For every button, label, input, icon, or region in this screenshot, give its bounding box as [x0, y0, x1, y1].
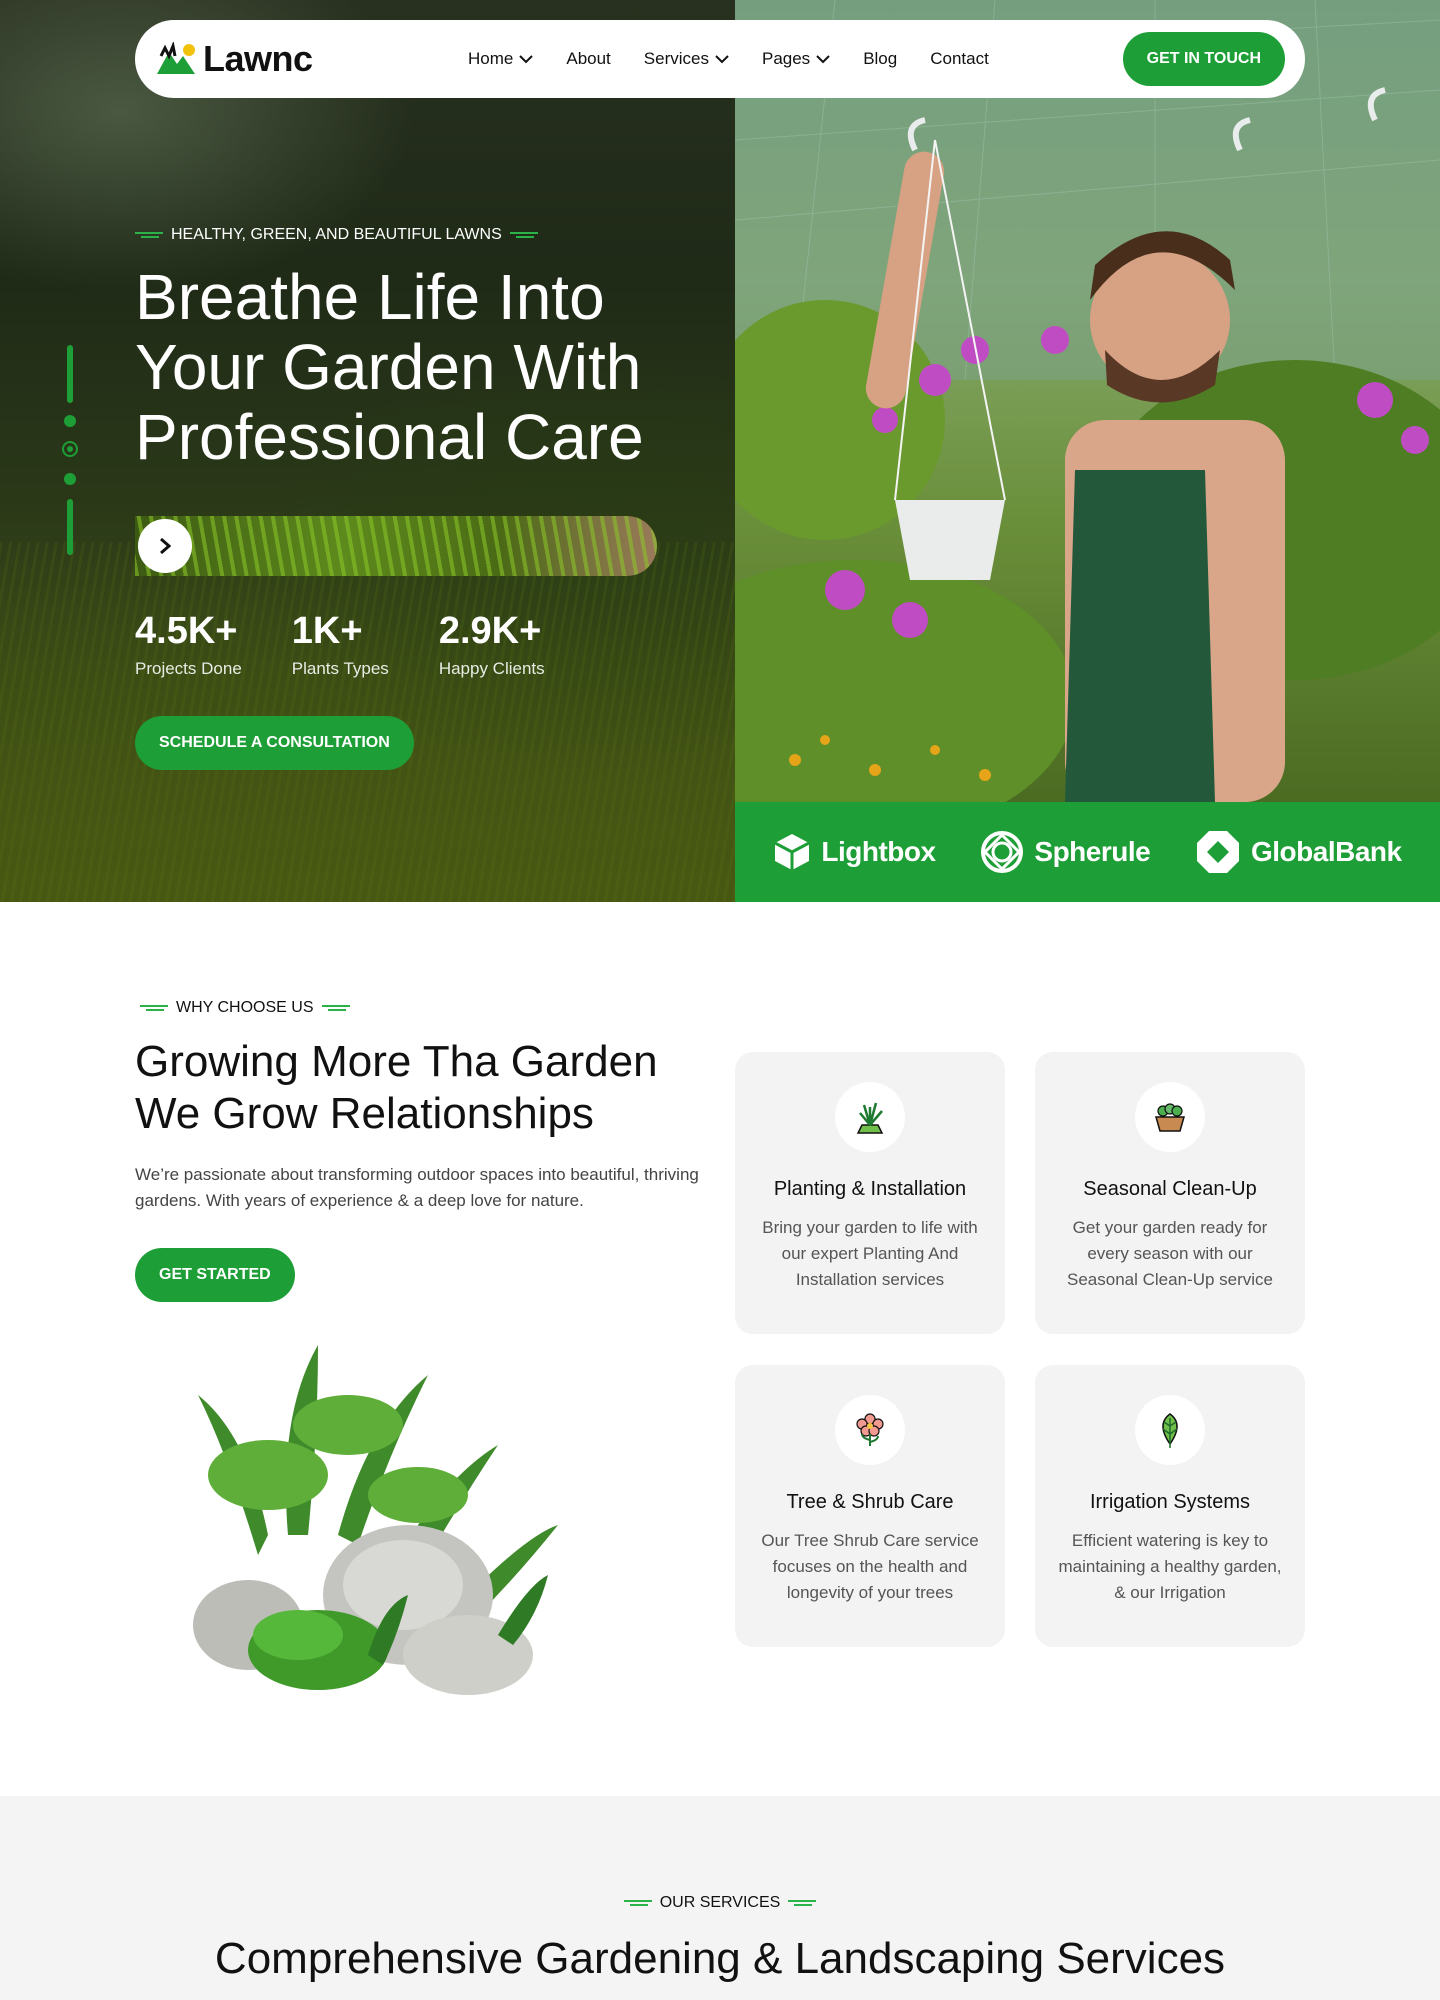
nav-item-home[interactable]: Home: [468, 49, 534, 69]
stat-label: Projects Done: [135, 659, 242, 678]
main-navbar: Lawnc Home About Services Pages Blog Con…: [135, 20, 1305, 98]
services-title: Comprehensive Gardening & Landscaping Se…: [214, 1934, 1226, 1983]
card-description: Bring your garden to life with our exper…: [762, 1218, 978, 1289]
services-eyebrow-text: OUR SERVICES: [659, 1894, 781, 1911]
card-title: Seasonal Clean-Up: [1083, 1178, 1257, 1200]
get-in-touch-button[interactable]: GET IN TOUCH: [1122, 32, 1285, 86]
leaf-icon: [1162, 1413, 1178, 1448]
hero-eyebrow: HEALTHY, GREEN, AND BEAUTIFUL LAWNS: [135, 226, 538, 244]
services-section: OUR SERVICES Comprehensive Gardening & L…: [0, 1796, 1440, 2000]
feature-card[interactable]: Irrigation Systems Efficient watering is…: [1035, 1365, 1305, 1647]
nav-item-label: Blog: [863, 49, 898, 68]
slider-bar[interactable]: [67, 345, 73, 403]
nav-item-blog[interactable]: Blog: [863, 49, 897, 69]
slider-dot[interactable]: [64, 473, 76, 485]
why-description: We’re passionate about transforming outd…: [135, 1165, 699, 1210]
card-icon-wrap: [1135, 1395, 1205, 1465]
stat-item: 4.5K+ Projects Done: [135, 610, 242, 679]
nav-item-about[interactable]: About: [566, 49, 610, 69]
card-description: Efficient watering is key to maintaining…: [1058, 1531, 1282, 1602]
stat-item: 2.9K+ Happy Clients: [439, 610, 545, 679]
partner-logo: GlobalBank: [1195, 829, 1402, 875]
why-title: Growing More Tha Garden We Grow Relation…: [135, 1037, 658, 1138]
eyebrow-line-icon: [321, 1004, 350, 1012]
nav-item-label: Home: [468, 49, 514, 68]
gardener-illustration: [735, 0, 1440, 802]
partner-logo: Lightbox: [773, 832, 936, 872]
get-started-button[interactable]: GET STARTED: [135, 1248, 295, 1302]
octagon-icon: [1197, 831, 1239, 873]
partner-logo: Spherule: [980, 830, 1151, 874]
hero-eyebrow-text: HEALTHY, GREEN, AND BEAUTIFUL LAWNS: [171, 226, 502, 243]
card-description: Our Tree Shrub Care service focuses on t…: [761, 1531, 979, 1602]
why-eyebrow-text: WHY CHOOSE US: [176, 999, 314, 1016]
gardener-photo: [735, 0, 1440, 802]
slider-pagination: [62, 345, 78, 555]
site-logo[interactable]: Lawnc: [155, 38, 425, 80]
hero-stats: 4.5K+ Projects Done 1K+ Plants Types 2.9…: [135, 610, 545, 679]
chevron-down-icon: [519, 55, 534, 64]
partner-name: Spherule: [1034, 836, 1151, 867]
card-title: Planting & Installation: [773, 1178, 967, 1200]
plant-icon: [856, 1102, 884, 1134]
chevron-down-icon: [715, 55, 729, 64]
slider-dot[interactable]: [64, 415, 76, 427]
card-icon-wrap: [835, 1395, 905, 1465]
sphere-icon: [981, 831, 1024, 873]
hero-thumbnail-strip: [135, 516, 657, 576]
chevron-down-icon: [816, 55, 830, 64]
eyebrow-line-icon: [509, 231, 538, 239]
primary-nav: Home About Services Pages Blog Contact: [468, 49, 989, 69]
garden-rocks-illustration: [193, 1345, 558, 1695]
stat-value: 4.5K+: [135, 610, 238, 652]
eyebrow-line-icon: [135, 231, 163, 239]
stat-label: Plants Types: [291, 659, 389, 678]
why-eyebrow: WHY CHOOSE US: [140, 999, 350, 1017]
nav-item-label: Contact: [930, 49, 989, 68]
flower-icon: [856, 1413, 884, 1446]
partner-name: GlobalBank: [1251, 836, 1402, 867]
logo-text: Lawnc: [203, 38, 313, 79]
nav-item-label: Pages: [761, 49, 811, 68]
stat-value: 2.9K+: [438, 610, 542, 652]
slider-bar[interactable]: [67, 499, 73, 555]
card-title: Irrigation Systems: [1089, 1491, 1251, 1513]
hero-section: Lightbox Spherule GlobalBank Lawnc Home …: [0, 0, 1440, 902]
stat-item: 1K+ Plants Types: [292, 610, 389, 679]
lawn-logo-icon: [157, 42, 195, 74]
cube-icon: [774, 834, 811, 870]
slider-dot-active[interactable]: [62, 441, 78, 457]
feature-card[interactable]: Tree & Shrub Care Our Tree Shrub Care se…: [735, 1365, 1005, 1647]
card-icon-wrap: [835, 1082, 905, 1152]
stat-value: 1K+: [291, 610, 363, 652]
feature-card[interactable]: Seasonal Clean-Up Get your garden ready …: [1035, 1052, 1305, 1334]
services-eyebrow: OUR SERVICES: [0, 1894, 1440, 1912]
chevron-right-icon: [160, 537, 172, 555]
planter-box-icon: [1155, 1103, 1185, 1132]
nav-item-services[interactable]: Services: [644, 49, 729, 69]
eyebrow-line-icon: [623, 1899, 652, 1907]
partner-name: Lightbox: [821, 836, 936, 867]
card-icon-wrap: [1135, 1082, 1205, 1152]
card-title: Tree & Shrub Care: [786, 1491, 954, 1513]
nav-item-label: Services: [643, 49, 709, 68]
feature-card[interactable]: Planting & Installation Bring your garde…: [735, 1052, 1005, 1334]
next-slide-button[interactable]: [138, 519, 192, 573]
card-description: Get your garden ready for every season w…: [1067, 1218, 1273, 1289]
feature-cards: Planting & Installation Bring your garde…: [735, 1052, 1305, 1648]
stat-label: Happy Clients: [438, 659, 545, 678]
nav-item-contact[interactable]: Contact: [930, 49, 989, 69]
nav-item-label: About: [566, 49, 611, 68]
schedule-consultation-button[interactable]: SCHEDULE A CONSULTATION: [135, 716, 414, 770]
eyebrow-line-icon: [788, 1899, 817, 1907]
hero-title: Breathe Life Into Your Garden With Profe…: [135, 261, 644, 473]
eyebrow-line-icon: [140, 1004, 168, 1012]
nav-item-pages[interactable]: Pages: [762, 49, 830, 69]
partner-logos-band: Lightbox Spherule GlobalBank: [735, 802, 1440, 902]
